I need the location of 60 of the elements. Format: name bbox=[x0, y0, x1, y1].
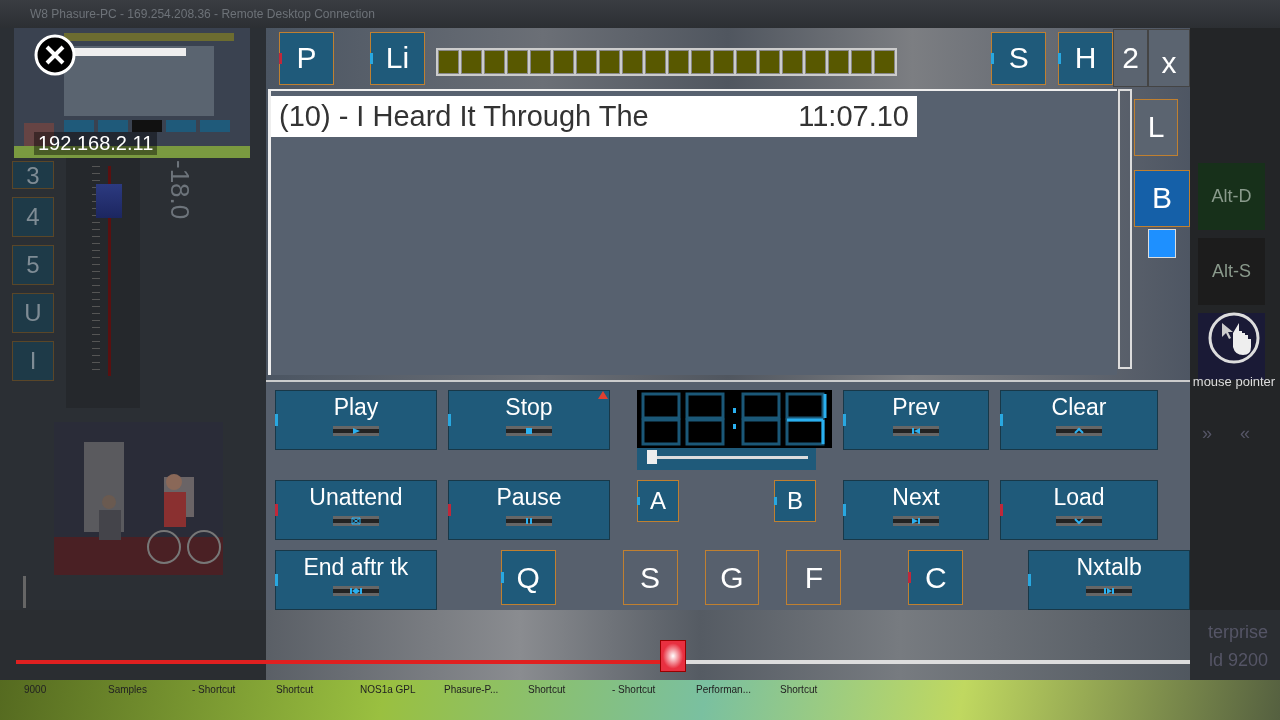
control-button[interactable]: C bbox=[908, 550, 964, 605]
control-button[interactable]: Pause bbox=[448, 480, 610, 540]
button-icon bbox=[893, 426, 939, 436]
button-icon bbox=[1056, 426, 1102, 436]
shortcut-tile[interactable]: Alt-D bbox=[1198, 163, 1265, 230]
side-tab[interactable]: B bbox=[1134, 169, 1190, 227]
button-icon bbox=[506, 426, 552, 436]
taskbar-label[interactable]: NOS1a GPL bbox=[360, 680, 444, 720]
control-button[interactable]: B bbox=[774, 480, 816, 522]
control-button[interactable]: F bbox=[786, 550, 842, 605]
close-button[interactable]: x bbox=[1148, 29, 1190, 88]
control-button[interactable]: Next bbox=[843, 480, 989, 540]
button-icon bbox=[332, 586, 379, 596]
control-button[interactable]: Unattend bbox=[275, 480, 437, 540]
seek-thumb[interactable] bbox=[660, 640, 687, 672]
button-icon bbox=[1056, 516, 1102, 526]
taskbar-label[interactable]: - Shortcut bbox=[612, 680, 696, 720]
top-button[interactable]: P bbox=[279, 31, 334, 85]
control-button[interactable]: Stop bbox=[448, 390, 610, 450]
close-icon[interactable] bbox=[34, 34, 76, 76]
control-button[interactable]: Load bbox=[1000, 480, 1158, 540]
playlist-item[interactable]: (10) - I Heard It Through The 11:07.10 bbox=[271, 95, 917, 137]
page-button[interactable]: 2 bbox=[1113, 29, 1148, 88]
button-icon bbox=[333, 516, 379, 526]
top-button[interactable]: S bbox=[991, 31, 1047, 85]
button-icon bbox=[506, 516, 552, 526]
control-button[interactable]: G bbox=[704, 550, 760, 605]
control-button[interactable]: Prev bbox=[843, 390, 989, 450]
taskbar-label[interactable]: Samples bbox=[108, 680, 192, 720]
button-icon bbox=[893, 516, 939, 526]
seek-bar[interactable] bbox=[16, 640, 1190, 672]
control-button[interactable]: S bbox=[622, 550, 678, 605]
taskbar-label[interactable]: Shortcut bbox=[780, 680, 864, 720]
taskbar-label[interactable]: Phasure-P... bbox=[444, 680, 528, 720]
color-swatch[interactable] bbox=[1148, 228, 1176, 258]
control-button[interactable]: End aftr tk bbox=[275, 550, 437, 610]
scrollbar[interactable] bbox=[1118, 88, 1132, 369]
top-button[interactable]: H bbox=[1058, 31, 1114, 85]
button-icon bbox=[333, 426, 379, 436]
taskbar-label[interactable]: Shortcut bbox=[528, 680, 612, 720]
mouse-pointer-icon[interactable] bbox=[1207, 311, 1261, 365]
control-button[interactable]: Clear bbox=[1000, 390, 1158, 450]
control-button[interactable]: Q bbox=[500, 550, 556, 605]
control-button[interactable]: A bbox=[637, 480, 679, 522]
taskbar-label[interactable]: Shortcut bbox=[276, 680, 360, 720]
top-button[interactable]: Li bbox=[369, 31, 425, 85]
control-button[interactable]: Nxtalb bbox=[1028, 550, 1190, 610]
fader-reading: -18.0 bbox=[164, 160, 195, 220]
fader-thumb[interactable] bbox=[96, 184, 122, 218]
taskbar-label[interactable]: Performan... bbox=[696, 680, 780, 720]
slider-thumb[interactable] bbox=[647, 450, 658, 464]
side-tab[interactable]: L bbox=[1134, 98, 1178, 156]
mouse-pointer-label: mouse pointer bbox=[1191, 373, 1277, 391]
button-icon bbox=[1086, 586, 1133, 596]
address-label: 192.168.2.11 bbox=[34, 132, 158, 155]
window-title: W8 Phasure-PC - 169.254.208.36 - Remote Desktop Connection bbox=[30, 7, 375, 21]
shortcut-tile[interactable]: Alt-S bbox=[1198, 238, 1265, 305]
position-slider[interactable] bbox=[637, 448, 816, 470]
taskbar-label[interactable]: - Shortcut bbox=[192, 680, 276, 720]
control-button[interactable]: Play bbox=[275, 390, 437, 450]
